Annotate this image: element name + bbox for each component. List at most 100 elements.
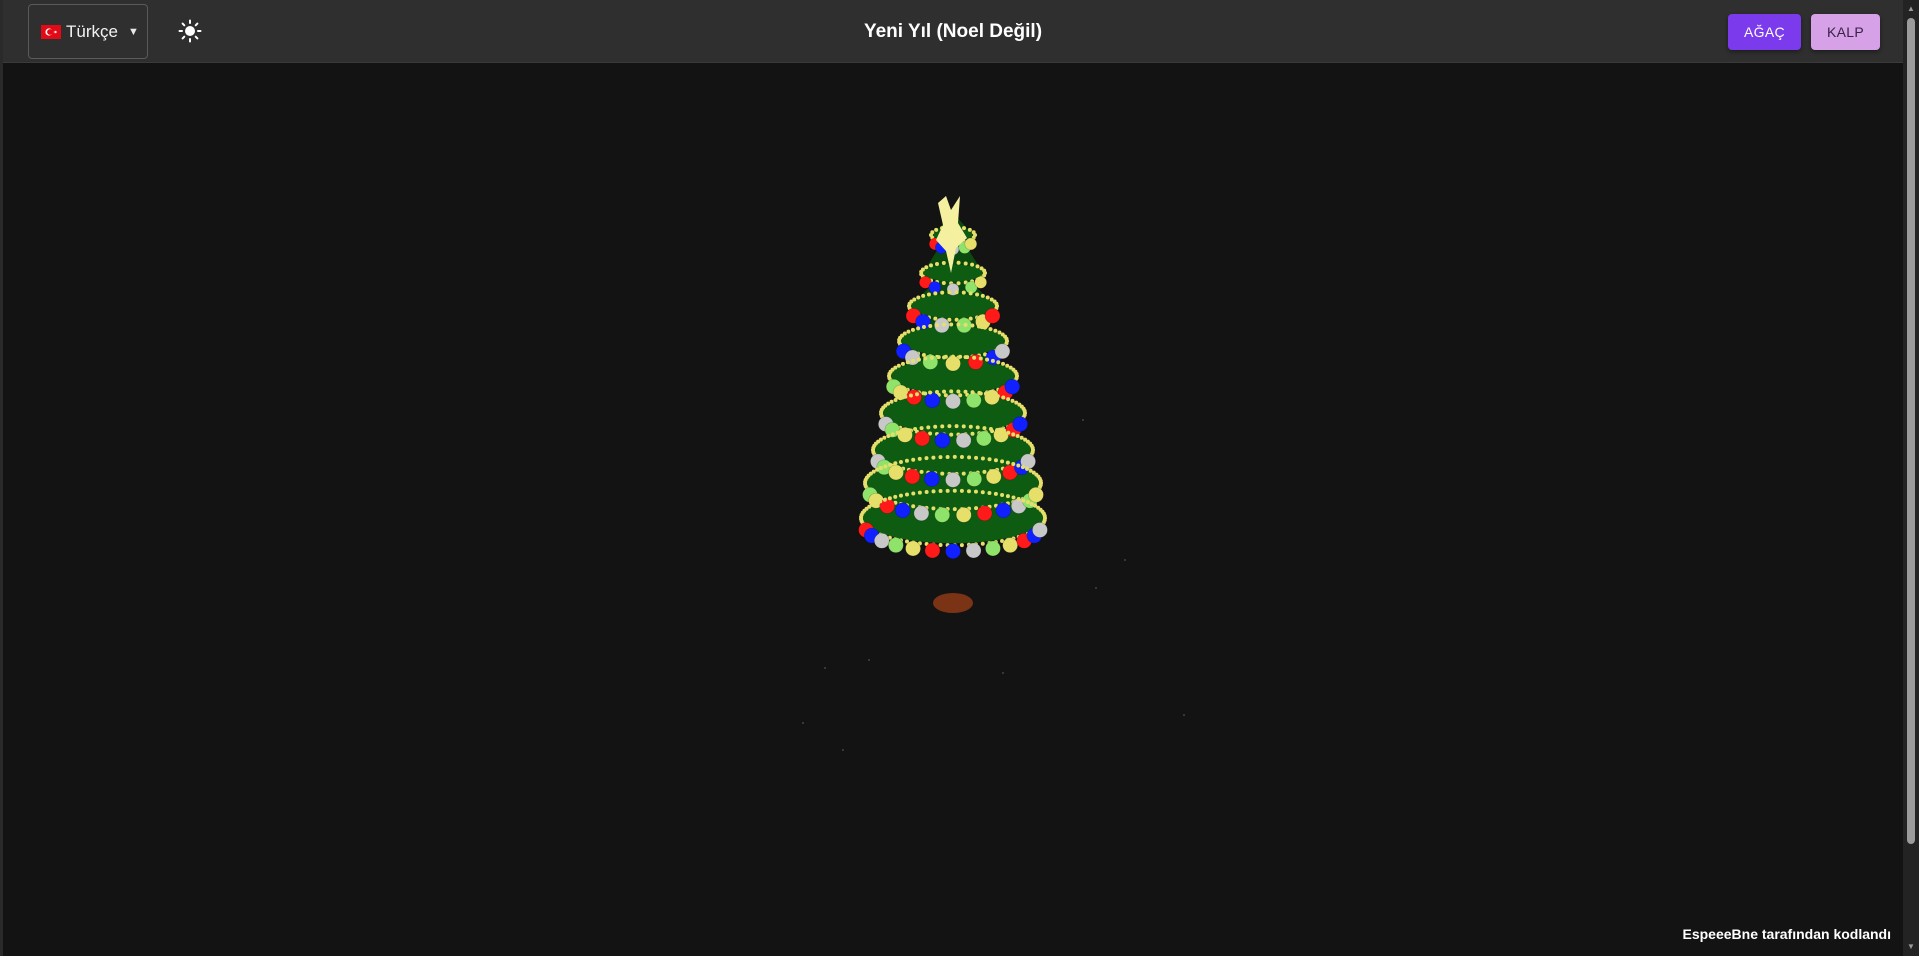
ornament-ball (904, 468, 921, 485)
garland-light (893, 461, 898, 466)
garland-light (924, 265, 929, 270)
garland-light (933, 424, 938, 429)
ornament-ball (1032, 522, 1048, 538)
ornament-ball (924, 392, 941, 409)
garland-light (1001, 395, 1006, 400)
garland-light (970, 323, 975, 328)
background-star (868, 659, 870, 661)
ornament-ball (965, 542, 982, 559)
vertical-scrollbar[interactable]: ▲ ▼ (1903, 0, 1919, 956)
garland-light (1004, 336, 1009, 341)
garland-light (945, 454, 950, 459)
heart-button[interactable]: KALP (1811, 14, 1880, 50)
garland-light (1016, 463, 1021, 468)
garland-light (1016, 496, 1021, 501)
garland-light (983, 325, 988, 330)
garland-light (929, 263, 934, 268)
garland-light (917, 456, 922, 461)
turkey-flag-icon (41, 24, 61, 39)
ornament-ball (945, 393, 961, 410)
ornament-ball (913, 505, 930, 522)
background-star (1124, 559, 1126, 561)
background-star (842, 749, 844, 751)
garland-light (890, 432, 895, 437)
credit-text: EspeeeBne tarafından kodlandı (1682, 926, 1892, 942)
garland-light (934, 227, 939, 232)
garland-light (938, 489, 943, 494)
scrollbar-thumb[interactable] (1907, 18, 1915, 844)
garland-light (971, 230, 976, 235)
garland-light (905, 492, 909, 497)
garland-light (931, 455, 936, 460)
ornament-ball (923, 471, 940, 487)
background-star (824, 667, 826, 669)
garland-light (993, 491, 998, 496)
background-star (802, 722, 804, 724)
garland-light (1014, 371, 1019, 376)
garland-light (982, 426, 987, 431)
garland-light (938, 455, 943, 460)
ornament-ball (905, 540, 921, 557)
ornament-ball (874, 533, 890, 549)
garland-light (990, 392, 995, 397)
garland-light (1005, 494, 1010, 499)
garland-light (1021, 498, 1026, 503)
garland-light (908, 393, 913, 398)
garland-light (1000, 429, 1005, 434)
garland-light (968, 424, 973, 429)
garland-light (906, 428, 911, 433)
ornament-ball (894, 502, 911, 519)
ornament-ball (995, 502, 1012, 519)
garland-light (924, 456, 929, 461)
garland-light (974, 455, 979, 460)
garland-light (940, 290, 945, 295)
garland-light (938, 542, 943, 547)
garland-light (951, 354, 955, 359)
garland-light (904, 458, 909, 463)
garland-light (972, 355, 977, 360)
garland-light (987, 457, 992, 462)
garland-light (916, 326, 921, 331)
garland-light (990, 358, 995, 363)
garland-light (926, 425, 931, 430)
garland-light (956, 260, 961, 265)
garland-light (1029, 501, 1034, 506)
scroll-down-icon[interactable]: ▼ (1906, 942, 1916, 952)
garland-light (940, 424, 945, 429)
garland-light (980, 456, 985, 461)
garland-light (952, 488, 957, 493)
garland-light (976, 324, 981, 329)
garland-light (1020, 465, 1025, 470)
garland-light (911, 457, 916, 462)
garland-light (919, 469, 924, 474)
garland-light (980, 293, 985, 298)
language-select[interactable]: Türkçe ▼ (28, 4, 148, 59)
garland-light (959, 455, 964, 460)
garland-light (912, 297, 917, 302)
garland-light (882, 497, 887, 502)
garland-light (941, 280, 946, 285)
garland-light (940, 471, 945, 476)
garland-light (871, 469, 876, 474)
ornament-ball (976, 505, 993, 522)
garland-light (935, 261, 939, 266)
theme-toggle-button[interactable] (173, 14, 207, 48)
scroll-up-icon[interactable]: ▲ (1906, 4, 1916, 14)
garland-light (928, 390, 933, 395)
garland-light (1038, 478, 1043, 483)
garland-light (945, 488, 950, 493)
garland-light (943, 354, 948, 359)
garland-light (917, 490, 922, 495)
garland-light (947, 290, 952, 295)
background-star (1095, 587, 1097, 589)
3d-scene-canvas[interactable] (3, 63, 1903, 956)
garland-light (956, 322, 961, 327)
top-bar: Türkçe ▼ Yeni Yıl (Noel Değil) AĞAÇ KALP (3, 0, 1903, 63)
garland-light (870, 502, 875, 507)
garland-light (970, 390, 975, 395)
garland-light (967, 455, 972, 460)
tree-button[interactable]: AĞAÇ (1728, 14, 1801, 50)
garland-light (1005, 363, 1010, 368)
garland-light (898, 396, 903, 401)
garland-light (958, 354, 963, 359)
